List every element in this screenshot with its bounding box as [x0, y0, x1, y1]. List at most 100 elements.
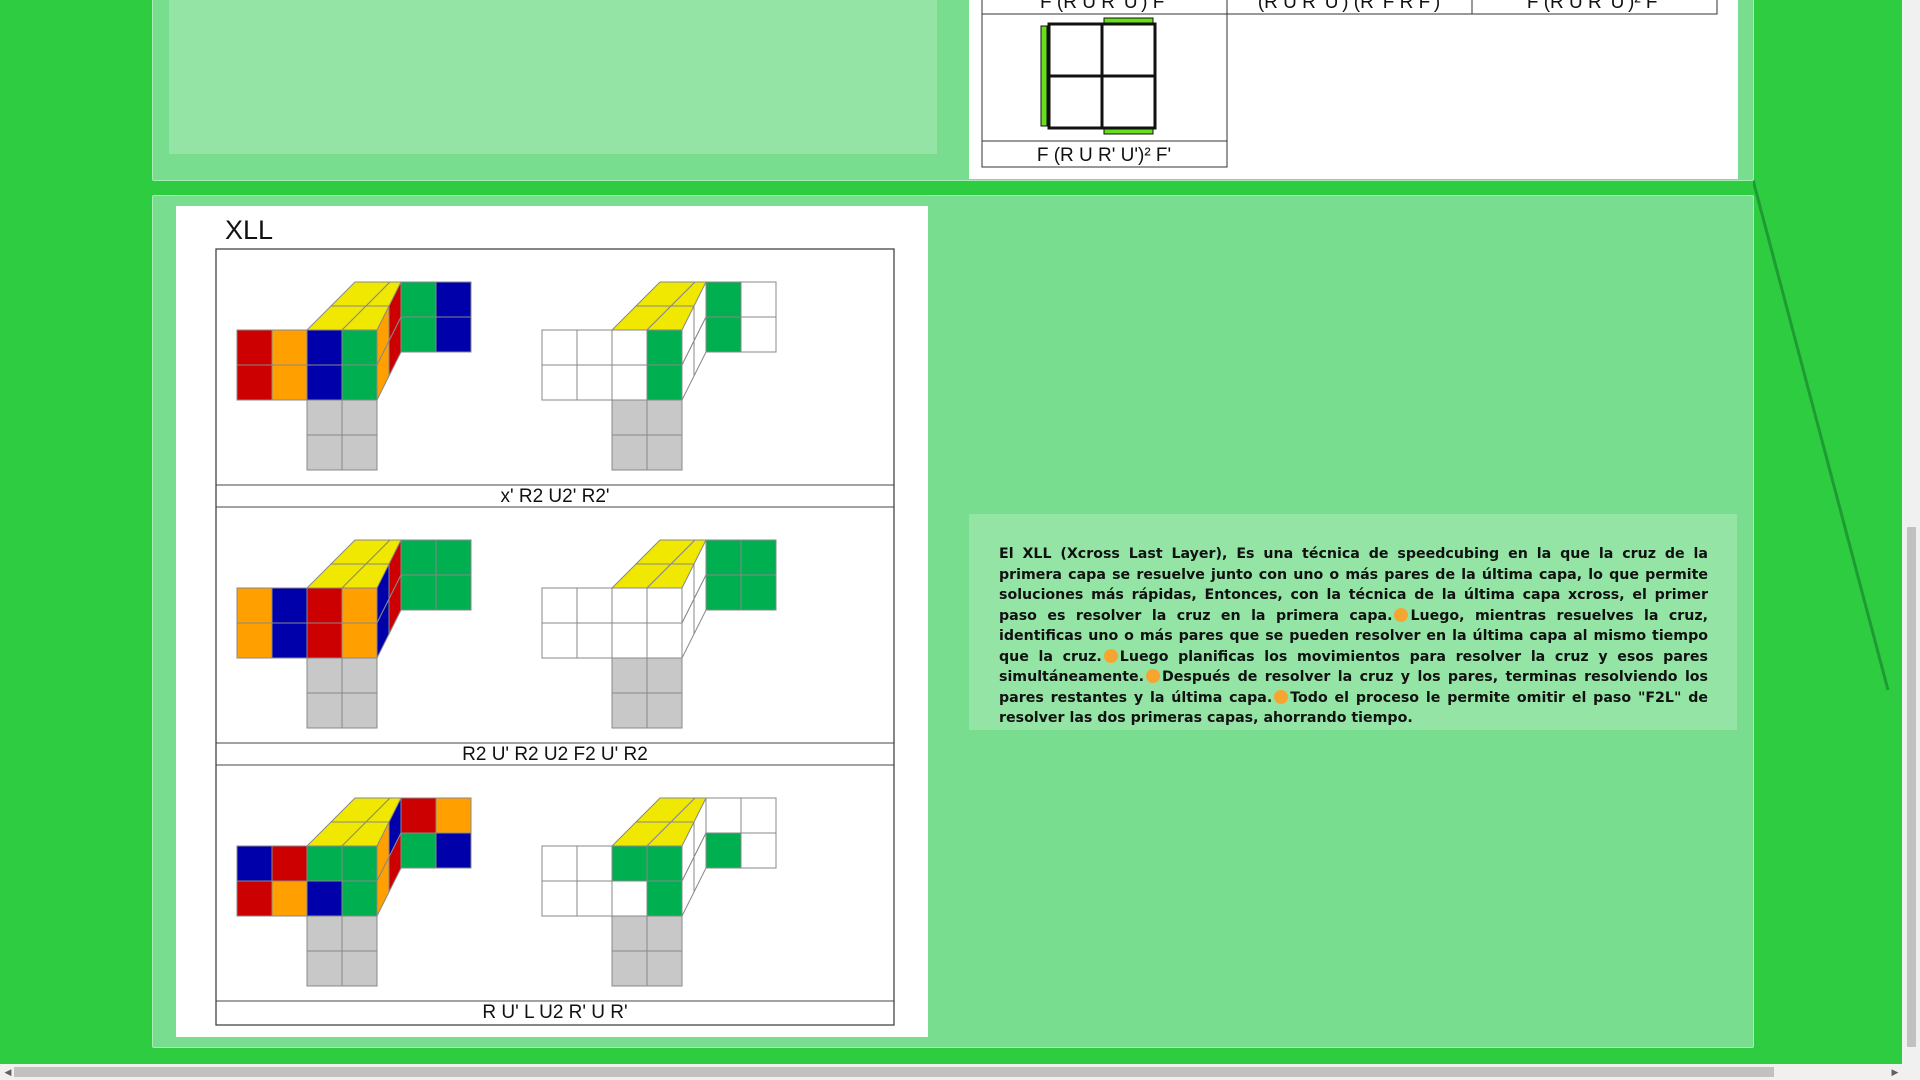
sticker: [236, 364, 273, 401]
sticker: [576, 587, 613, 624]
sticker: [611, 329, 648, 366]
sticker: [705, 281, 742, 318]
sticker: [541, 622, 578, 659]
sticker: [646, 915, 683, 952]
sticker: [306, 329, 343, 366]
sticker: [576, 622, 613, 659]
sticker: [541, 845, 578, 882]
xll-description: El XLL (Xcross Last Layer), Es una técni…: [999, 544, 1708, 729]
sticker: [341, 657, 378, 694]
sticker: [576, 364, 613, 401]
sticker: [611, 657, 648, 694]
sticker: [611, 622, 648, 659]
cube-diagrams: [236, 281, 777, 987]
sticker: [341, 434, 378, 471]
sticker: [236, 587, 273, 624]
sticker: [341, 880, 378, 917]
sticker: [341, 329, 378, 366]
sticker: [740, 316, 777, 353]
sticker: [646, 692, 683, 729]
vertical-scrollbar-thumb[interactable]: [1907, 527, 1916, 1047]
sticker: [306, 880, 343, 917]
sticker: [611, 587, 648, 624]
table-caption-3: F (R U R' U')² F': [1527, 0, 1661, 13]
sticker: [306, 399, 343, 436]
sticker: [611, 399, 648, 436]
sticker: [271, 845, 308, 882]
sticker: [646, 587, 683, 624]
sticker: [576, 329, 613, 366]
sticker: [611, 880, 648, 917]
oll-case-diagram: [1040, 17, 1157, 135]
sticker: [341, 399, 378, 436]
sticker: [236, 622, 273, 659]
sticker: [236, 329, 273, 366]
sticker: [541, 880, 578, 917]
smiley-emoji-icon: [1394, 607, 1409, 622]
sticker: [611, 915, 648, 952]
sticker: [271, 329, 308, 366]
sticker: [646, 399, 683, 436]
sticker: [271, 587, 308, 624]
sticker: [306, 950, 343, 987]
sticker: [740, 832, 777, 869]
sticker: [306, 364, 343, 401]
sticker: [435, 316, 472, 353]
sticker: [306, 434, 343, 471]
sticker: [611, 434, 648, 471]
smiley-emoji-icon: [1146, 669, 1161, 683]
sticker: [611, 364, 648, 401]
sticker: [341, 364, 378, 401]
xll-cases-image: XLL x' R2 U2' R2' R2 U' R2 U2 F2 U' R2 R…: [176, 206, 928, 1037]
table-caption-1: F (R U R' U') F': [1040, 0, 1168, 13]
sticker: [576, 845, 613, 882]
sticker: [705, 539, 742, 576]
sticker: [611, 845, 648, 882]
sticker: [400, 316, 437, 353]
xll-description-box: El XLL (Xcross Last Layer), Es una técni…: [969, 514, 1737, 730]
sticker: [541, 364, 578, 401]
sticker: [740, 281, 777, 318]
sticker: [740, 574, 777, 611]
sticker: [646, 434, 683, 471]
arrow-right-icon[interactable]: ▶: [1888, 1064, 1902, 1080]
horizontal-scrollbar-thumb[interactable]: [14, 1067, 1774, 1077]
decorative-diagonal-line: [1753, 180, 1890, 691]
smiley-emoji-icon: [1103, 648, 1118, 663]
sticker: [435, 797, 472, 834]
sticker: [705, 832, 742, 869]
sticker: [646, 657, 683, 694]
sticker: [271, 622, 308, 659]
sticker: [400, 832, 437, 869]
sticker: [400, 281, 437, 318]
sticker: [306, 845, 343, 882]
sticker: [611, 692, 648, 729]
sticker: [435, 832, 472, 869]
sticker: [740, 797, 777, 834]
sticker: [236, 845, 273, 882]
sticker: [646, 950, 683, 987]
sticker: [306, 915, 343, 952]
sticker: [236, 880, 273, 917]
sticker: [541, 587, 578, 624]
sticker: [705, 797, 742, 834]
sticker: [400, 574, 437, 611]
sticker: [705, 574, 742, 611]
xll-cases-svg: XLL x' R2 U2' R2' R2 U' R2 U2 F2 U' R2 R…: [215, 215, 895, 1026]
sticker: [306, 657, 343, 694]
sticker: [435, 281, 472, 318]
sticker: [646, 364, 683, 401]
sticker: [435, 574, 472, 611]
sticker: [646, 845, 683, 882]
top-left-text-box: [169, 0, 937, 154]
sticker: [740, 539, 777, 576]
sticker: [341, 692, 378, 729]
table-caption-2: (R U R' U') (R' F R F'): [1258, 0, 1440, 13]
oll-table-svg: F (R U R' U') F' (R U R' U') (R' F R F')…: [981, 0, 1718, 168]
sticker: [271, 364, 308, 401]
table-caption-4: F (R U R' U')² F': [1037, 145, 1171, 166]
sticker: [341, 845, 378, 882]
arrow-left-icon[interactable]: ◀: [1, 1064, 15, 1080]
sticker: [271, 880, 308, 917]
sticker: [576, 880, 613, 917]
